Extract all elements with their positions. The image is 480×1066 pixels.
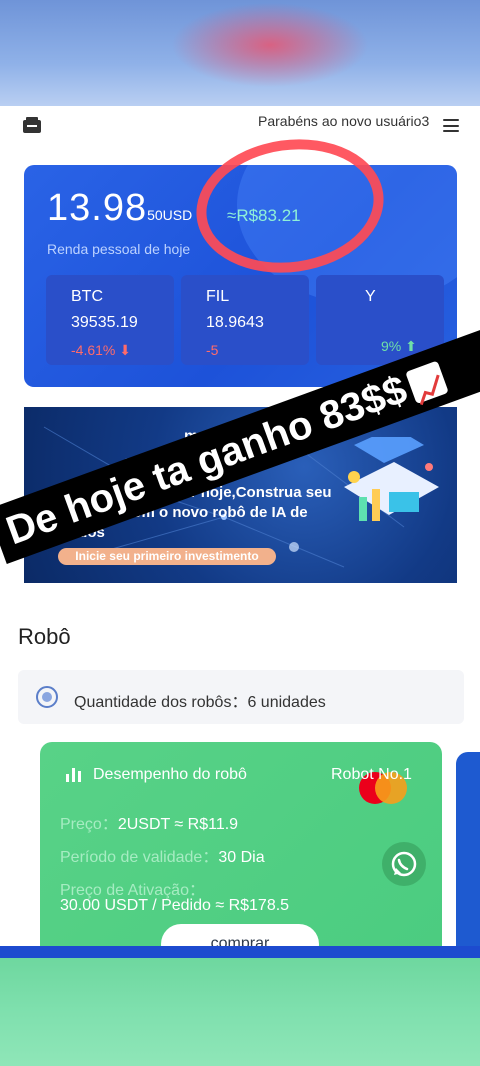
robot-section-title: Robô bbox=[18, 624, 71, 649]
blurred-bottom-area bbox=[0, 958, 480, 1066]
next-robot-card[interactable] bbox=[456, 752, 480, 948]
coin-ticker-btc[interactable]: BTC 39535.19 -4.61% ⬇ bbox=[46, 275, 174, 365]
robot-count-bar: Quantidade dos robôs：6 unidades bbox=[18, 670, 464, 724]
wallet-icon[interactable] bbox=[22, 116, 42, 134]
performance-label: Desempenho do robô bbox=[93, 766, 247, 783]
activation-value: 30.00 USDT / Pedido ≈ R$178.5 bbox=[60, 897, 290, 914]
start-investment-button[interactable]: Inicie seu primeiro investimento bbox=[58, 548, 276, 565]
price-value: 2USDT ≈ R$11.9 bbox=[117, 816, 239, 833]
isometric-dashboard-illustration bbox=[344, 437, 439, 521]
buy-button[interactable]: comprar bbox=[161, 924, 319, 948]
robot-badge-icon bbox=[36, 686, 58, 708]
validity-label: Período de validade： bbox=[60, 849, 219, 866]
robot-count-label: Quantidade dos robôs： bbox=[74, 694, 248, 711]
robot-name: Robot No.1 bbox=[331, 766, 412, 783]
chart-increasing-icon bbox=[405, 360, 450, 406]
coin-ticker-fil[interactable]: FIL 18.9643 -5 bbox=[181, 275, 309, 365]
announcement-marquee: Parabéns ao novo usuário3 bbox=[258, 113, 430, 129]
validity-value: 30 Dia bbox=[218, 849, 265, 866]
price-label: Preço： bbox=[60, 816, 118, 833]
bar-chart-icon bbox=[66, 768, 81, 782]
blurred-top-area bbox=[0, 0, 480, 106]
header: Parabéns ao novo usuário3 bbox=[0, 106, 480, 146]
whatsapp-icon[interactable] bbox=[382, 842, 426, 886]
menu-icon[interactable] bbox=[443, 119, 459, 132]
earnings-subtitle: Renda pessoal de hoje bbox=[47, 241, 191, 257]
robot-count-value: 6 unidades bbox=[247, 694, 326, 711]
robot-card[interactable]: Desempenho do robô Robot No.1 Preço：2USD… bbox=[40, 742, 442, 948]
daily-earnings-amount: 13.9850USD bbox=[47, 187, 193, 229]
